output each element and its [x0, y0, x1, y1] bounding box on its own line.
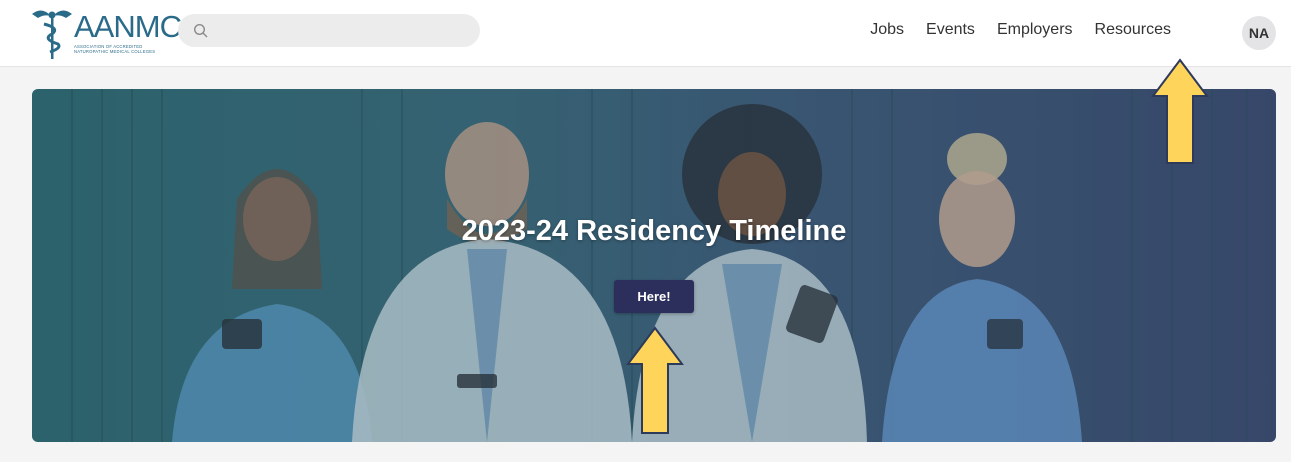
- top-navigation-bar: AANMC Association of Accredited Naturopa…: [0, 0, 1291, 67]
- search-icon: [193, 23, 208, 37]
- nav-employers-link[interactable]: Employers: [997, 19, 1073, 41]
- aanmc-logo[interactable]: AANMC Association of Accredited Naturopa…: [30, 4, 182, 62]
- hero-title: 2023-24 Residency Timeline: [461, 215, 847, 247]
- logo-tagline: Association of Accredited Naturopathic M…: [74, 44, 156, 54]
- nav-resources-link[interactable]: Resources: [1095, 19, 1171, 41]
- search-input[interactable]: [217, 14, 480, 47]
- caduceus-icon: [32, 10, 72, 59]
- annotation-arrow-up-icon: [1151, 58, 1209, 164]
- here-button[interactable]: Here!: [614, 280, 694, 313]
- user-avatar[interactable]: NA: [1242, 16, 1276, 50]
- main-nav: Jobs Events Employers Resources: [848, 19, 1171, 41]
- nav-events-link[interactable]: Events: [926, 19, 975, 41]
- annotation-arrow-up-icon: [626, 326, 684, 434]
- nav-jobs-link[interactable]: Jobs: [870, 19, 904, 41]
- search-bar[interactable]: [178, 14, 480, 47]
- logo-wordmark: AANMC: [74, 9, 182, 44]
